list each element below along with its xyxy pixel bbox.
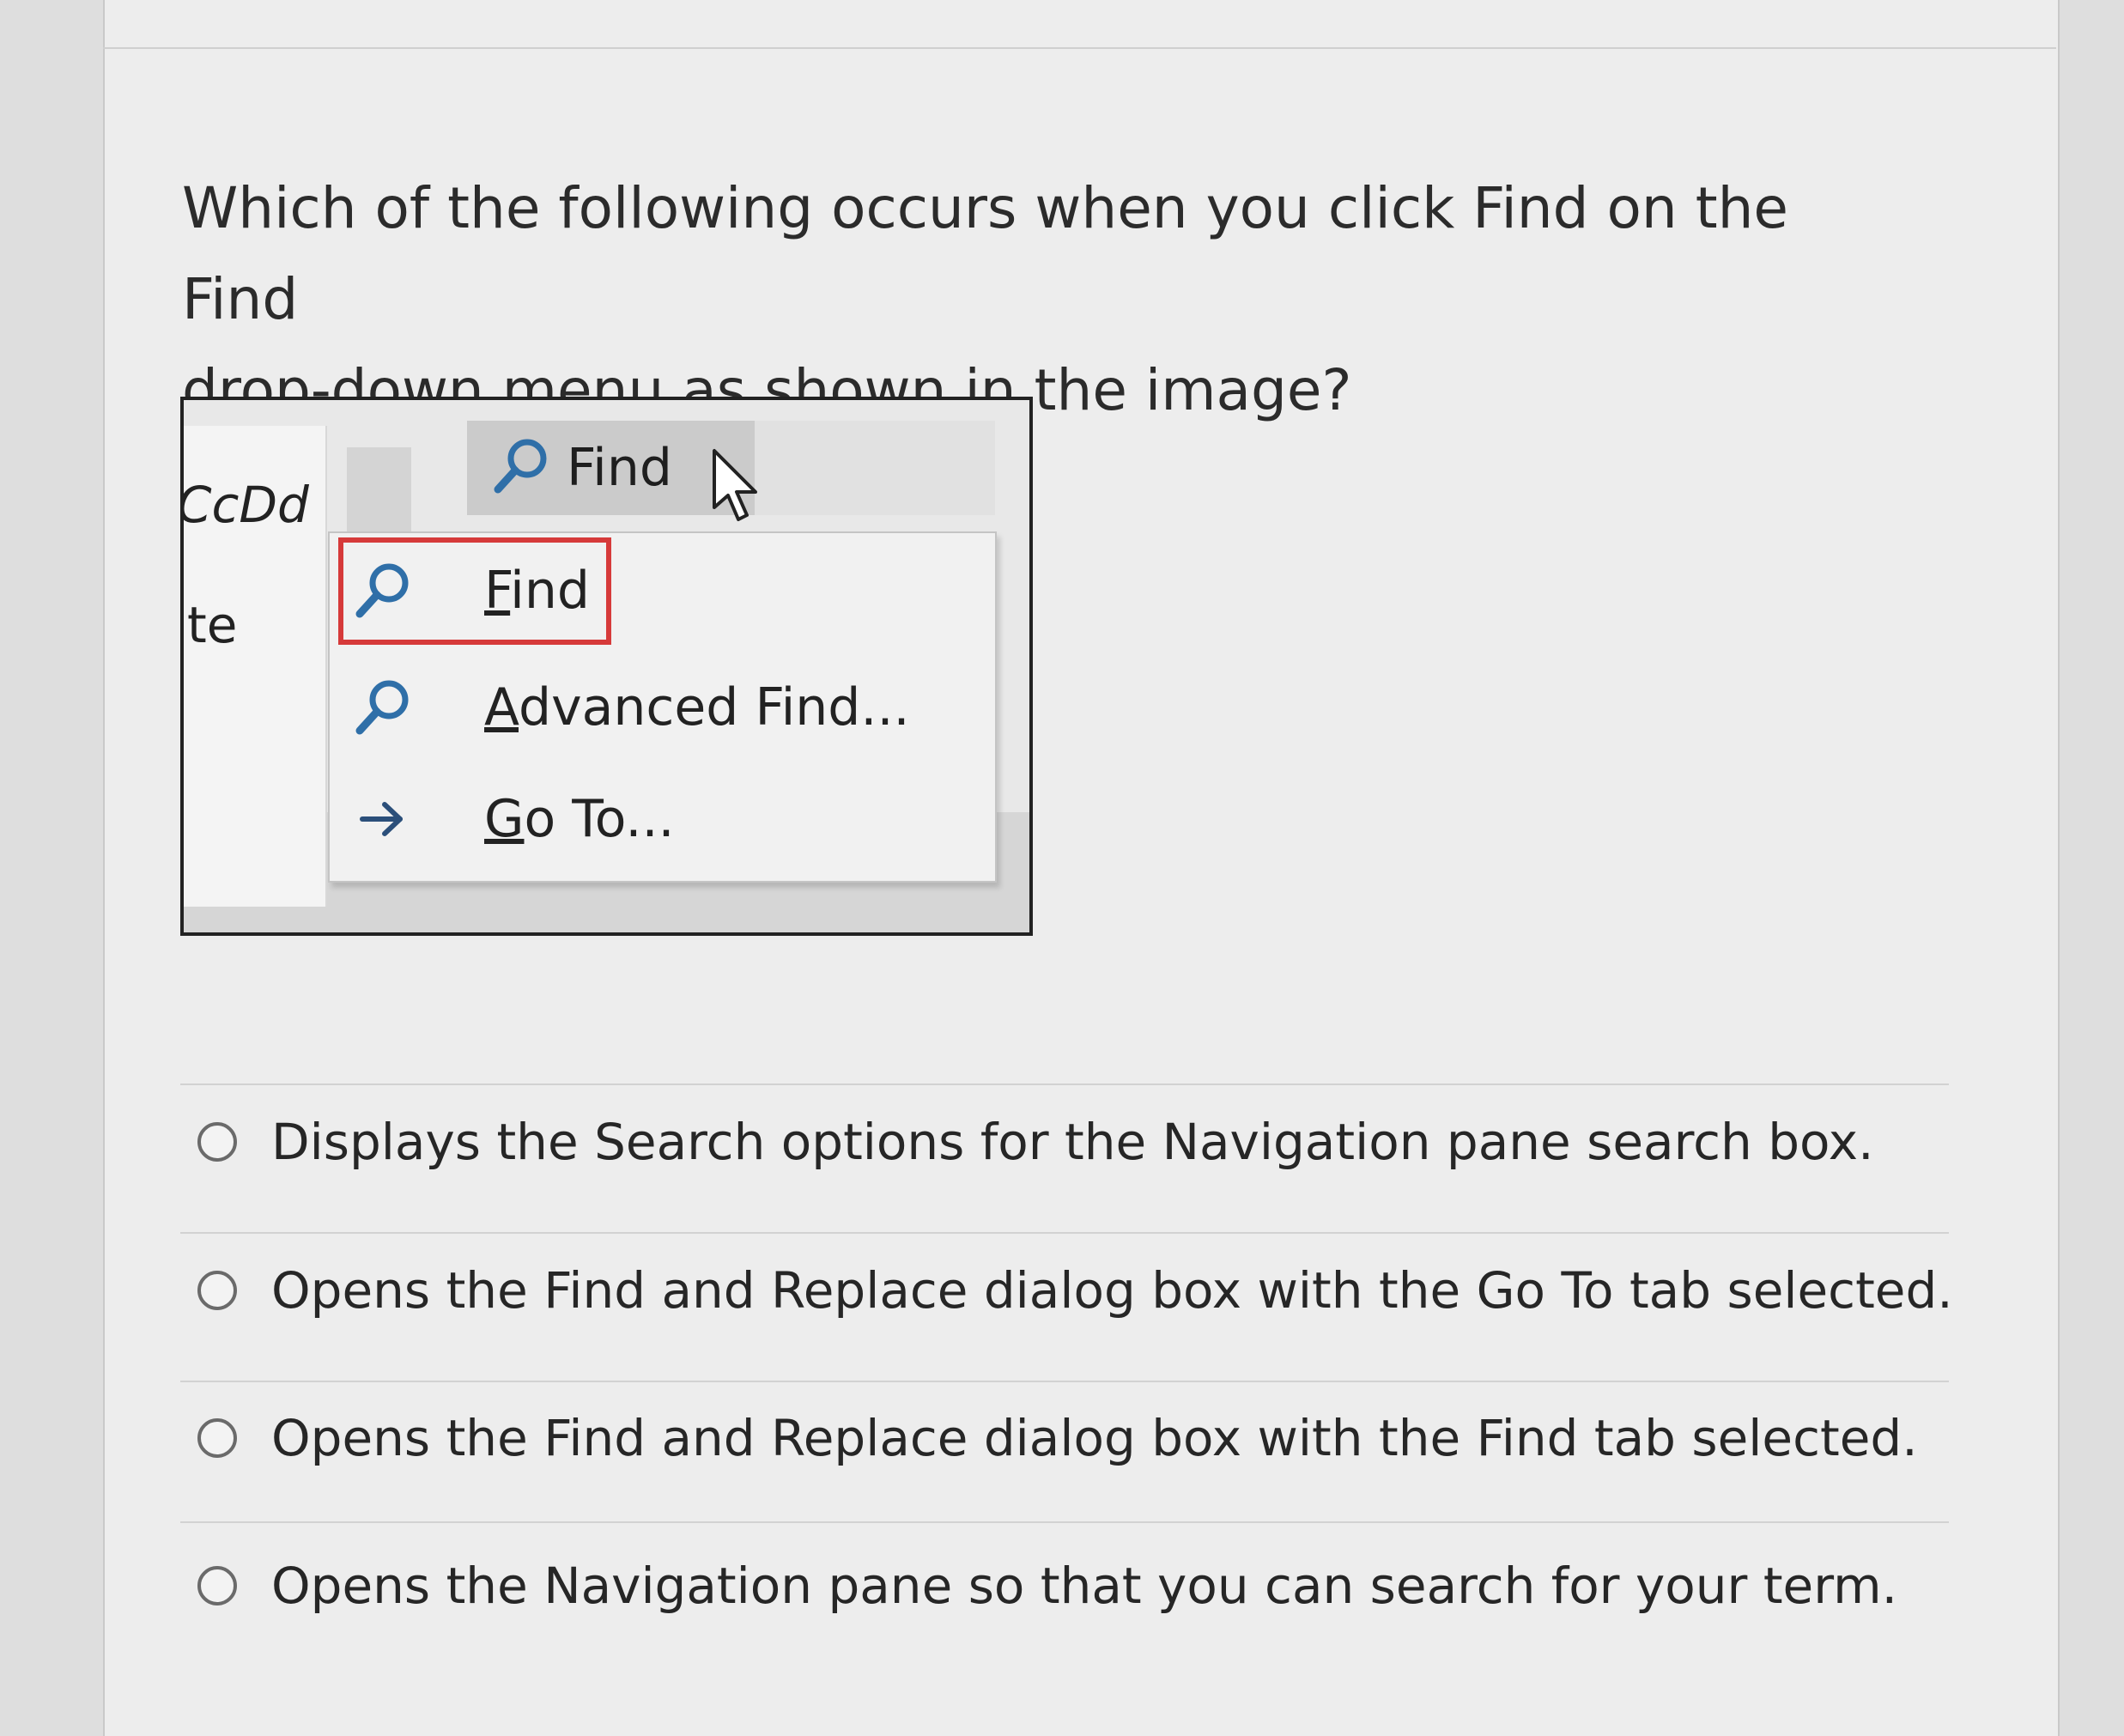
option-divider xyxy=(180,1083,1949,1085)
red-highlight-box xyxy=(338,537,611,645)
radio-button[interactable] xyxy=(197,1566,237,1605)
answer-option-label: Opens the Find and Replace dialog box wi… xyxy=(271,1261,1953,1320)
style-sample-text: CcDd xyxy=(180,476,309,534)
search-icon xyxy=(491,436,551,500)
answer-option-1[interactable]: Displays the Search options for the Navi… xyxy=(197,1095,1874,1189)
answer-option-3[interactable]: Opens the Find and Replace dialog box wi… xyxy=(197,1391,1918,1485)
menu-item-advanced-find-label: Advanced Find... xyxy=(484,677,910,737)
option-divider xyxy=(180,1232,1949,1234)
style-label-fragment: te xyxy=(187,596,238,654)
question-text: Which of the following occurs when you c… xyxy=(182,163,1899,436)
find-menu-screenshot: CcDd te Find Find Advanced Find... Go To… xyxy=(180,397,1033,936)
radio-button[interactable] xyxy=(197,1271,237,1310)
option-divider xyxy=(180,1521,1949,1523)
radio-button[interactable] xyxy=(197,1122,237,1162)
gallery-scroll-button xyxy=(347,447,411,533)
card-header-strip xyxy=(103,0,2056,49)
answer-option-4[interactable]: Opens the Navigation pane so that you ca… xyxy=(197,1539,1897,1633)
menu-item-advanced-find[interactable]: Advanced Find... xyxy=(330,660,995,755)
mouse-cursor-icon xyxy=(707,447,768,528)
ribbon-adjacent-area xyxy=(755,421,995,515)
answer-option-2[interactable]: Opens the Find and Replace dialog box wi… xyxy=(197,1243,1953,1338)
find-button-label: Find xyxy=(567,438,672,498)
menu-item-go-to-label: Go To... xyxy=(484,789,675,849)
question-line-1: Which of the following occurs when you c… xyxy=(182,175,1789,332)
answer-option-label: Opens the Find and Replace dialog box wi… xyxy=(271,1409,1918,1467)
search-icon xyxy=(349,673,417,742)
option-divider xyxy=(180,1381,1949,1382)
arrow-right-icon xyxy=(349,785,417,853)
radio-button[interactable] xyxy=(197,1418,237,1458)
answer-option-label: Displays the Search options for the Navi… xyxy=(271,1113,1874,1171)
find-dropdown-menu: Find Advanced Find... Go To... xyxy=(328,531,997,883)
menu-item-go-to[interactable]: Go To... xyxy=(330,772,995,866)
answer-option-label: Opens the Navigation pane so that you ca… xyxy=(271,1557,1898,1615)
